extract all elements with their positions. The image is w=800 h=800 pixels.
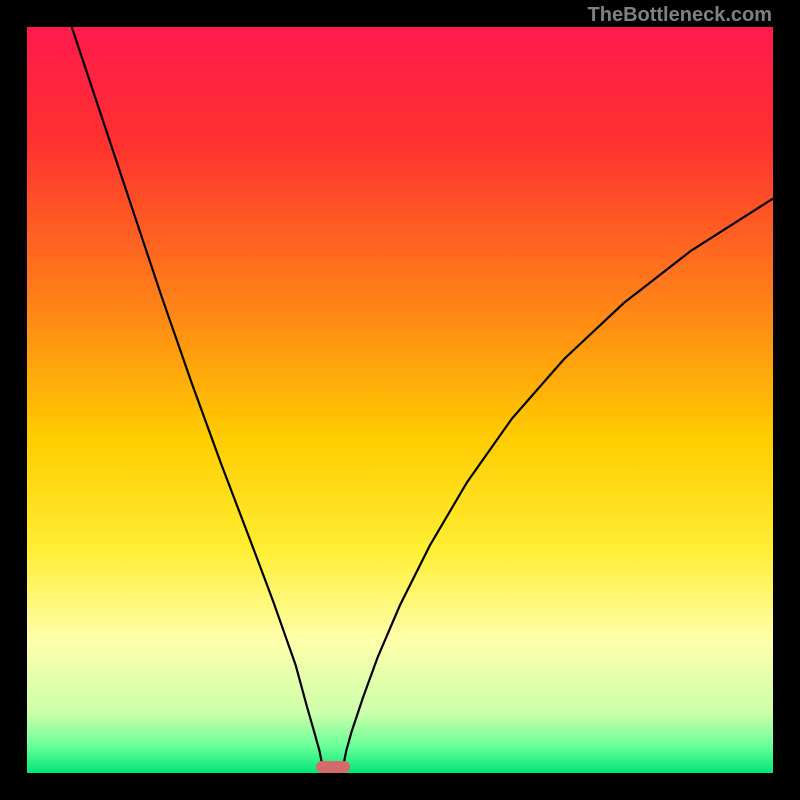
- chart-container: TheBottleneck.com: [0, 0, 800, 800]
- plot-area: [27, 27, 773, 773]
- watermark-text: TheBottleneck.com: [588, 4, 772, 27]
- optimum-marker: [316, 761, 350, 773]
- bottleneck-curve-right: [343, 199, 773, 766]
- bottleneck-curve-left: [72, 27, 323, 766]
- curve-layer: [27, 27, 773, 773]
